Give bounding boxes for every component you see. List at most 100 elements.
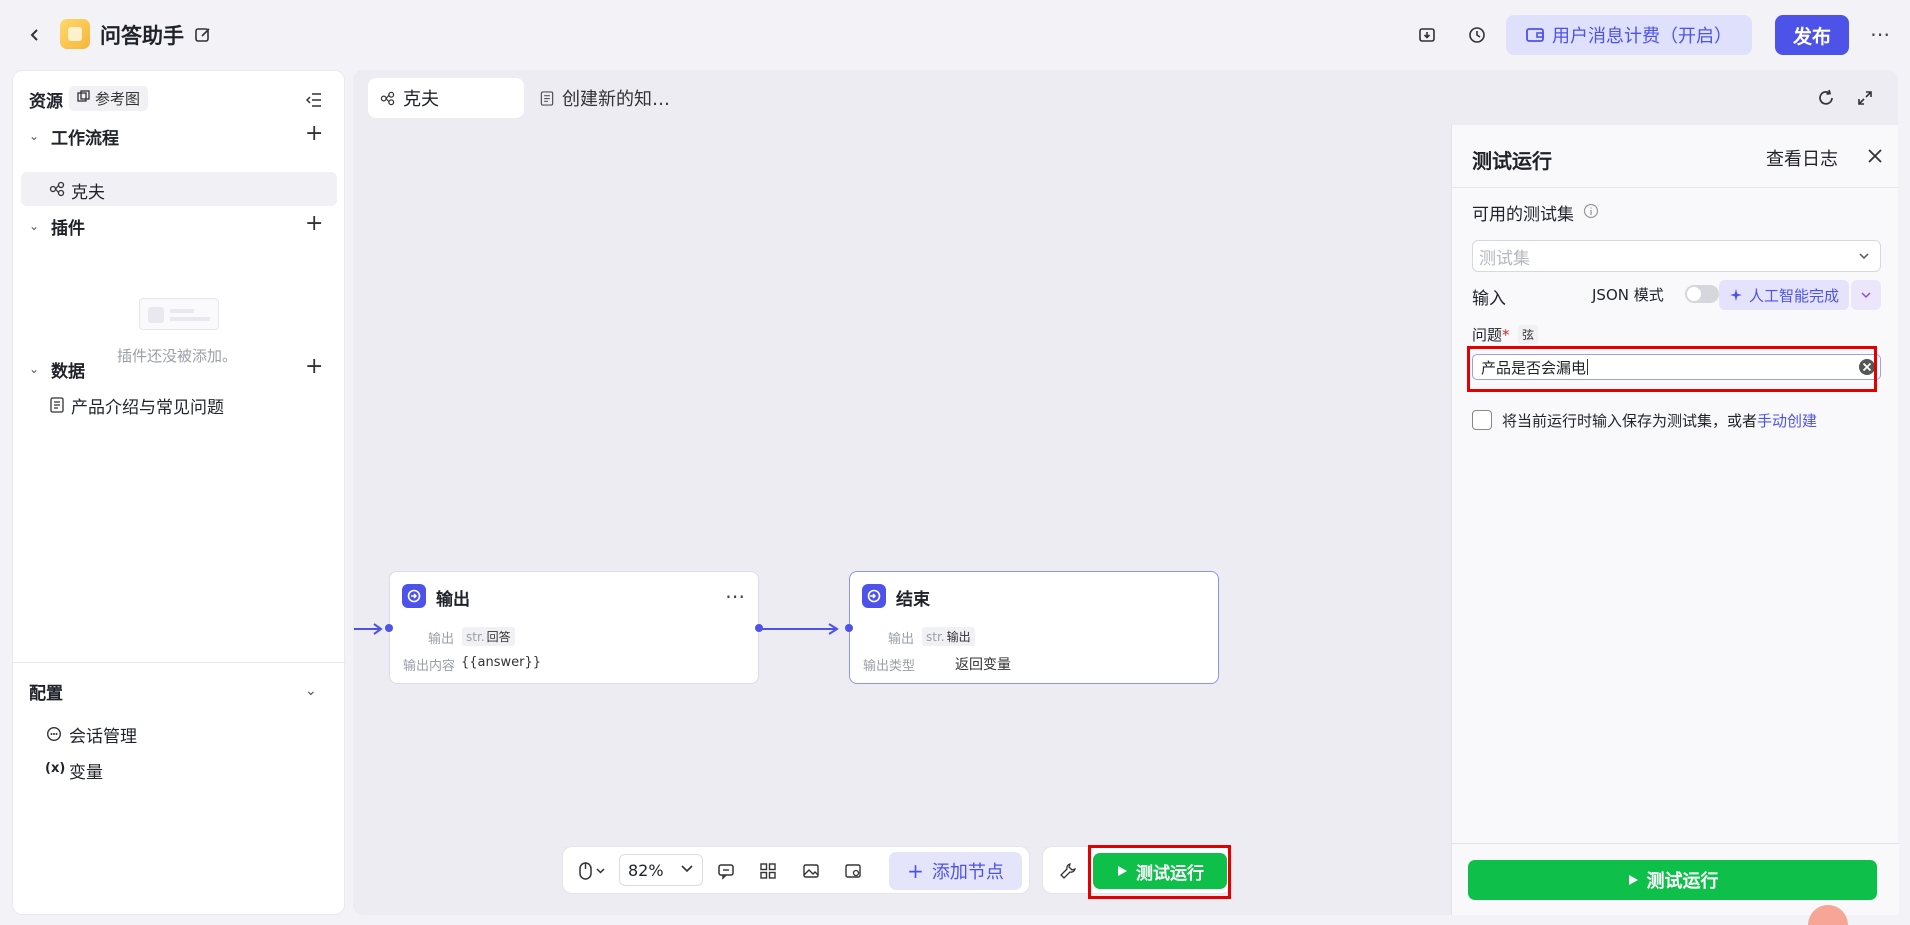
document-icon [50, 397, 64, 413]
data-item[interactable]: 产品介绍与常见问题 [71, 393, 224, 418]
wallet-icon [1526, 27, 1544, 43]
sidebar-title: 资源 [29, 92, 63, 112]
image-icon[interactable] [798, 859, 824, 883]
panel-title: 测试运行 [1472, 149, 1552, 173]
back-icon[interactable] [24, 24, 46, 46]
add-data-icon[interactable]: + [305, 356, 323, 378]
tab-knowledge[interactable]: 创建新的知… [540, 78, 670, 118]
more-icon[interactable]: ⋯ [725, 584, 745, 608]
workflow-section-title: 工作流程 [51, 129, 119, 149]
chevron-down-icon[interactable]: ⌄ [29, 129, 39, 143]
ai-complete-button[interactable]: 人工智能完成 [1719, 280, 1849, 310]
expand-icon[interactable] [1854, 87, 1876, 109]
output-node[interactable]: 输出 ⋯ 输出 str. 回答 输出内容 {{answer}} [385, 571, 763, 684]
json-mode-label: JSON 模式 [1592, 286, 1664, 304]
play-icon [1627, 874, 1639, 886]
chevron-down-icon[interactable]: ⌄ [29, 219, 39, 233]
divider [13, 662, 346, 663]
plus-icon: + [907, 859, 924, 883]
testset-label: 可用的测试集 [1472, 205, 1574, 225]
input-port[interactable] [845, 624, 853, 632]
document-icon [540, 90, 554, 106]
testset-select[interactable]: 测试集 [1472, 240, 1881, 272]
workflow-icon [380, 91, 395, 106]
question-label: 问题* [1472, 326, 1510, 344]
node-field-tag: str. 回答 [462, 627, 515, 646]
end-node-title: 结束 [896, 590, 930, 610]
app-title: 问答助手 [100, 24, 184, 48]
workflow-item[interactable] [21, 172, 337, 206]
node-field-label: 输出类型 [863, 659, 916, 674]
end-node[interactable]: 结束 输出 str. 输出 输出类型 返回变量 [845, 571, 1219, 684]
panel-test-run-button[interactable]: 测试运行 [1468, 860, 1877, 900]
tab-workflow[interactable]: 克夫 [368, 78, 524, 118]
plugin-section-title: 插件 [51, 219, 85, 239]
more-icon[interactable]: ⋯ [1866, 22, 1894, 46]
archive-icon[interactable] [1415, 23, 1439, 47]
ai-dropdown-button[interactable] [1851, 280, 1881, 310]
divider [1452, 187, 1899, 188]
data-section-title: 数据 [51, 362, 85, 382]
input-section-label: 输入 [1472, 289, 1506, 309]
billing-button[interactable]: 用户消息计费（开启） [1506, 15, 1752, 55]
output-port[interactable] [755, 624, 763, 632]
workflow-icon [49, 181, 65, 197]
json-mode-toggle[interactable] [1685, 285, 1719, 303]
zoom-select[interactable]: 82% [619, 854, 703, 886]
empty-plugin-illustration [139, 298, 219, 330]
config-section-title: 配置 [29, 684, 63, 704]
config-item-variable[interactable]: 变量 [69, 758, 103, 783]
publish-button[interactable]: 发布 [1775, 15, 1849, 55]
chat-manage-icon [46, 726, 62, 742]
chevron-down-icon[interactable]: ⌄ [29, 362, 39, 376]
zoom-value: 82% [628, 860, 664, 880]
manual-create-link[interactable]: 手动创建 [1757, 412, 1817, 430]
output-node-title: 输出 [436, 590, 470, 610]
test-run-panel: 测试运行 查看日志 可用的测试集 测试集 输入 JSON 模式 人工智能完成 问… [1451, 125, 1899, 915]
question-type-tag: 弦 [1518, 325, 1539, 344]
plugin-empty-text: 插件还没被添加。 [117, 347, 238, 365]
highlight-box [1088, 845, 1231, 899]
copy-icon [77, 90, 90, 103]
billing-label: 用户消息计费（开启） [1552, 26, 1732, 47]
chevron-down-icon [1858, 250, 1870, 262]
output-node-icon [402, 584, 426, 608]
node-field-label: 输出内容 [403, 659, 456, 674]
reference-chip[interactable]: 参考图 [69, 86, 149, 111]
save-testset-checkbox[interactable] [1472, 410, 1492, 430]
add-workflow-icon[interactable]: + [305, 123, 323, 145]
collapse-sidebar-icon[interactable] [303, 89, 325, 111]
panel-footer: 测试运行 [1452, 843, 1899, 915]
add-node-button[interactable]: + 添加节点 [889, 852, 1022, 890]
refresh-icon[interactable] [1815, 87, 1837, 109]
highlight-box [1467, 346, 1877, 392]
history-icon[interactable] [1465, 23, 1489, 47]
node-field-value: 返回变量 [955, 657, 1011, 673]
config-item-session[interactable]: 会话管理 [69, 722, 137, 747]
edit-icon[interactable] [192, 24, 214, 46]
node-field-label: 输出 [428, 632, 455, 647]
app-logo [60, 19, 90, 49]
canvas-toolbar: 82% + 添加节点 [562, 846, 1030, 894]
mouse-mode-icon[interactable] [575, 859, 611, 883]
workflow-item-label: 克夫 [71, 183, 105, 203]
wrench-icon[interactable] [1055, 859, 1081, 883]
comment-icon[interactable] [713, 859, 739, 883]
save-testset-text: 将当前运行时输入保存为测试集，或者手动创建 [1502, 412, 1818, 430]
input-port[interactable] [385, 624, 393, 632]
minimap-icon[interactable] [840, 859, 866, 883]
view-log-link[interactable]: 查看日志 [1766, 145, 1838, 171]
variable-icon: (x) [45, 761, 66, 776]
node-field-value: {{answer}} [461, 655, 542, 670]
end-node-icon [862, 584, 886, 608]
add-plugin-icon[interactable]: + [305, 213, 323, 235]
testset-placeholder: 测试集 [1479, 248, 1530, 269]
grid-layout-icon[interactable] [755, 859, 781, 883]
resource-sidebar: 资源 参考图 ⌄ 工作流程 + 克夫 ⌄ 插件 + 插件还没被添加。 ⌄ 数据 … [12, 70, 346, 915]
close-icon[interactable] [1864, 145, 1886, 167]
sparkle-icon [1729, 288, 1743, 302]
chevron-down-icon[interactable]: ⌄ [305, 683, 317, 699]
chevron-down-icon [680, 861, 694, 875]
info-icon [1583, 203, 1599, 219]
node-field-tag: str. 输出 [922, 627, 975, 646]
